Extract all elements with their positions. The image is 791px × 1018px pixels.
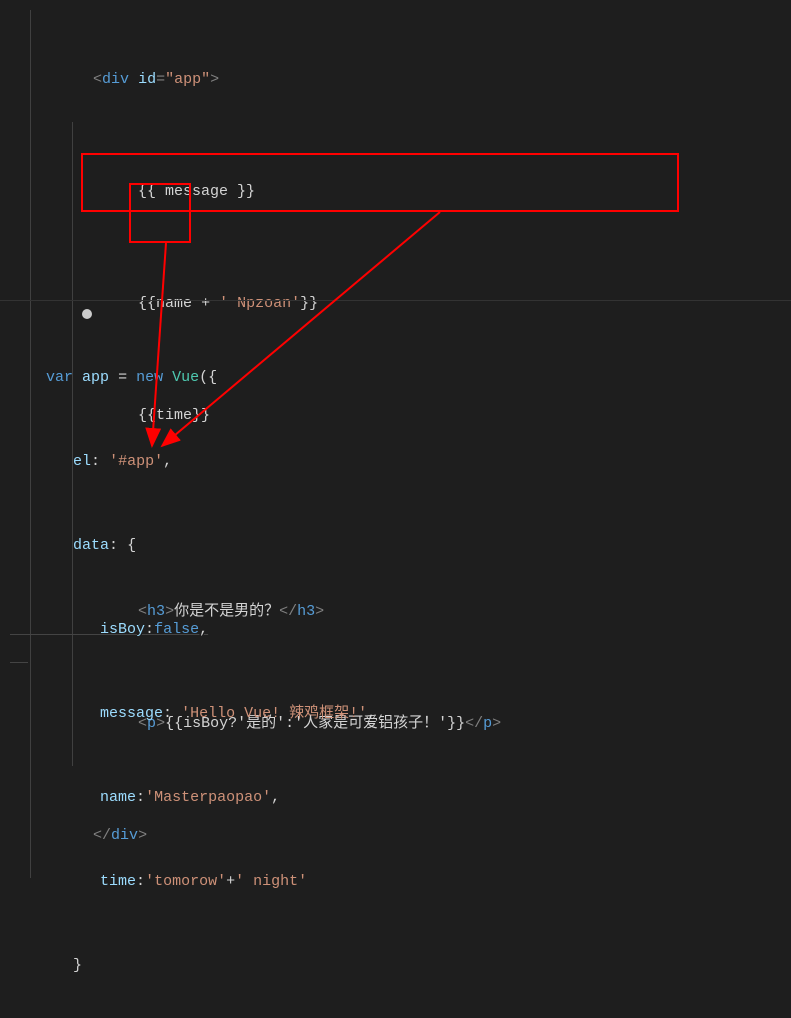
code-line: message: 'Hello Vue! 辣鸡框架!', [10, 672, 791, 756]
code-editor-bottom[interactable]: var app = new Vue({ el: '#app', data: { … [0, 300, 791, 1018]
code-editor-top[interactable]: <div id="app"> {{ message }} {{name + ' … [0, 0, 791, 300]
code-line: name:'Masterpaopao', [10, 756, 791, 840]
code-line: } [10, 924, 791, 1008]
modified-tab-dot-icon [82, 309, 92, 319]
code-line: {{ message }} [30, 122, 791, 234]
code-line: isBoy:false, [10, 588, 791, 672]
code-line: var app = new Vue({ [10, 336, 791, 420]
code-line: time:'tomorow'+' night' [10, 840, 791, 924]
code-line: <div id="app"> [30, 10, 791, 122]
code-line: el: '#app', [10, 420, 791, 504]
code-line: data: { [10, 504, 791, 588]
